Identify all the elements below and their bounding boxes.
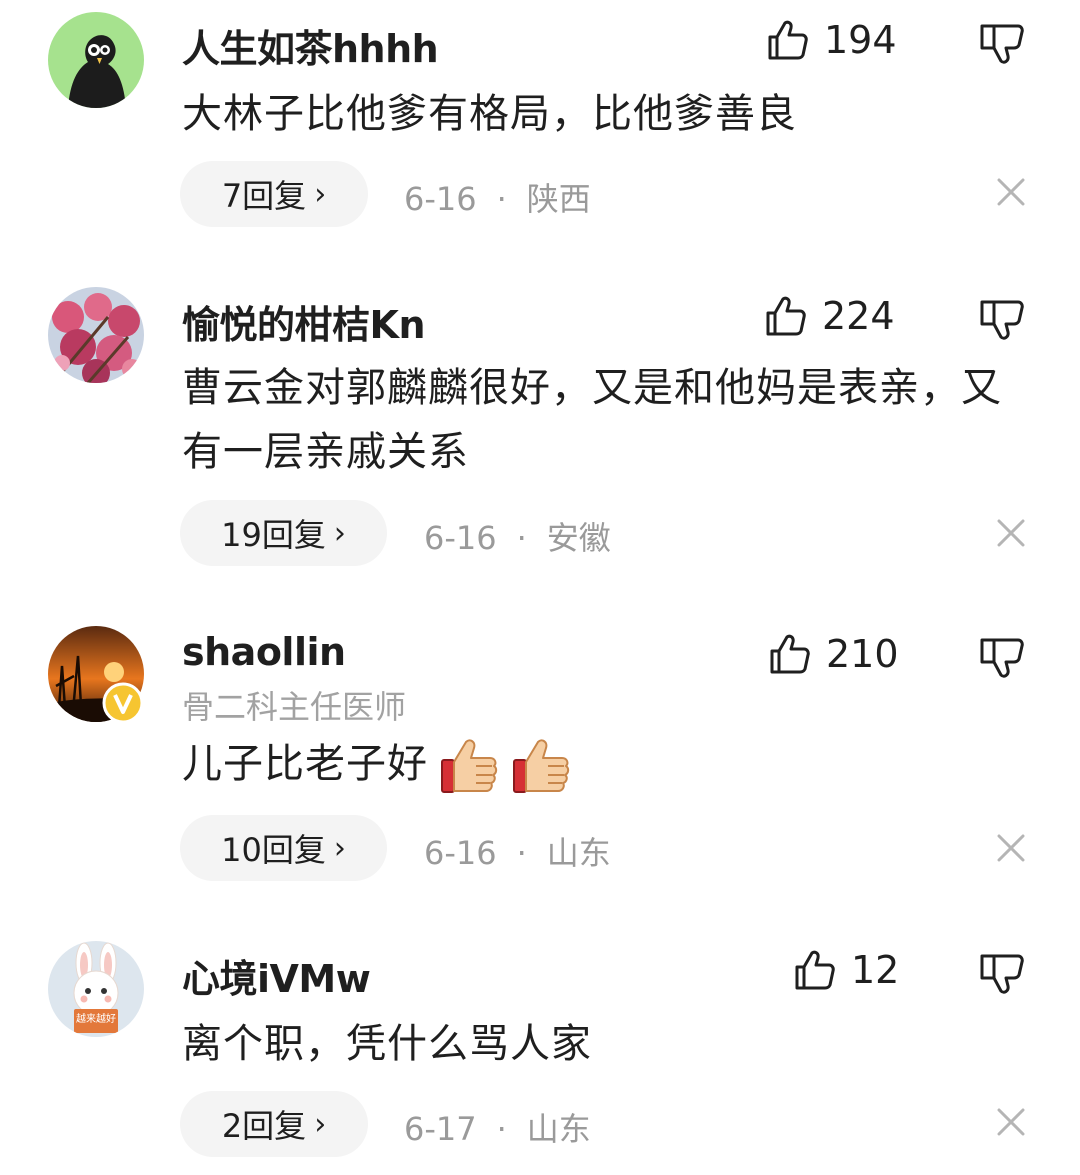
comment-location: 陕西	[526, 180, 591, 218]
chevron-right-icon: ›	[314, 1106, 327, 1142]
comment-item: 愉悦的柑桔Kn 224 曹云金对郭麟麟很好，又是和他妈是表亲，又有一层亲戚关系 …	[0, 270, 1080, 590]
username[interactable]: shaollin	[182, 630, 346, 674]
thumbs-down-icon[interactable]	[978, 20, 1026, 68]
replies-button[interactable]: 2回复 ›	[180, 1091, 368, 1157]
like-count: 194	[824, 18, 897, 62]
comment-text: 曹云金对郭麟麟很好，又是和他妈是表亲，又有一层亲戚关系	[182, 365, 1002, 475]
comment-meta: 6-17 · 山东	[404, 1104, 591, 1150]
username[interactable]: 愉悦的柑桔Kn	[182, 294, 426, 349]
thumbs-down-icon[interactable]	[978, 296, 1026, 344]
replies-label: 7回复	[221, 177, 307, 215]
like-button[interactable]: 224	[764, 294, 895, 338]
comment-meta: 6-16 · 山东	[424, 828, 611, 874]
separator-dot: ·	[516, 519, 527, 557]
verified-badge-icon	[102, 682, 144, 724]
comment-location: 山东	[546, 834, 611, 872]
thumbs-down-icon[interactable]	[978, 950, 1026, 998]
avatar-sign-text: 越来越好	[76, 1014, 116, 1025]
replies-label: 10回复	[221, 831, 326, 869]
thumbs-down-icon[interactable]	[978, 634, 1026, 682]
comment-date: 6-16	[424, 519, 497, 557]
close-icon[interactable]	[996, 177, 1026, 207]
like-count: 210	[826, 632, 899, 676]
pink-blossom-avatar[interactable]	[48, 287, 144, 383]
replies-label: 19回复	[221, 516, 326, 554]
replies-button[interactable]: 10回复 ›	[180, 815, 387, 881]
comment-item: 越来越好 心境iVMw 12 离个职，凭什么骂人家 2回复 › 6-17 · 山东	[0, 928, 1080, 1175]
thumbs-up-icon	[768, 20, 808, 60]
close-icon[interactable]	[996, 1107, 1026, 1137]
comment-meta: 6-16 · 陕西	[404, 174, 591, 220]
chevron-right-icon: ›	[333, 515, 346, 551]
like-button[interactable]: 12	[793, 948, 899, 992]
thumbs-up-icon	[795, 950, 835, 990]
comment-date: 6-17	[404, 1110, 477, 1148]
separator-dot: ·	[516, 834, 527, 872]
comment-text: 离个职，凭什么骂人家	[182, 1021, 592, 1067]
bunny-avatar[interactable]: 越来越好	[48, 941, 144, 1037]
chevron-right-icon: ›	[314, 176, 327, 212]
comment-text: 儿子比老子好	[182, 741, 428, 787]
black-bird-avatar[interactable]	[48, 12, 144, 108]
like-button[interactable]: 210	[768, 632, 899, 676]
username[interactable]: 心境iVMw	[182, 948, 371, 1003]
thumbs-up-icon	[766, 296, 806, 336]
like-button[interactable]: 194	[766, 18, 897, 62]
separator-dot: ·	[496, 180, 507, 218]
comment-text-row: 儿子比老子好	[182, 732, 1012, 796]
comment-text: 大林子比他爹有格局，比他爹善良	[182, 91, 797, 137]
chevron-right-icon: ›	[333, 830, 346, 866]
thumbs-up-emoji-icon	[513, 739, 570, 793]
thumbs-up-emoji-icon	[441, 739, 498, 793]
replies-button[interactable]: 19回复 ›	[180, 500, 387, 566]
comment-location: 山东	[526, 1110, 591, 1148]
user-title: 骨二科主任医师	[182, 688, 407, 726]
username[interactable]: 人生如茶hhhh	[182, 18, 439, 73]
comment-meta: 6-16 · 安徽	[424, 513, 611, 559]
close-icon[interactable]	[996, 833, 1026, 863]
replies-label: 2回复	[221, 1107, 307, 1145]
comment-item: 人生如茶hhhh 194 大林子比他爹有格局，比他爹善良 7回复 › 6-16 ·…	[0, 0, 1080, 250]
comment-date: 6-16	[404, 180, 477, 218]
like-count: 224	[822, 294, 895, 338]
close-icon[interactable]	[996, 518, 1026, 548]
like-count: 12	[851, 948, 900, 992]
replies-button[interactable]: 7回复 ›	[180, 161, 368, 227]
separator-dot: ·	[496, 1110, 507, 1148]
comment-item: shaollin 骨二科主任医师 210 儿子比老子好 10回复 › 6-16 ·…	[0, 610, 1080, 910]
comment-date: 6-16	[424, 834, 497, 872]
thumbs-up-icon	[770, 634, 810, 674]
comment-location: 安徽	[546, 519, 611, 557]
